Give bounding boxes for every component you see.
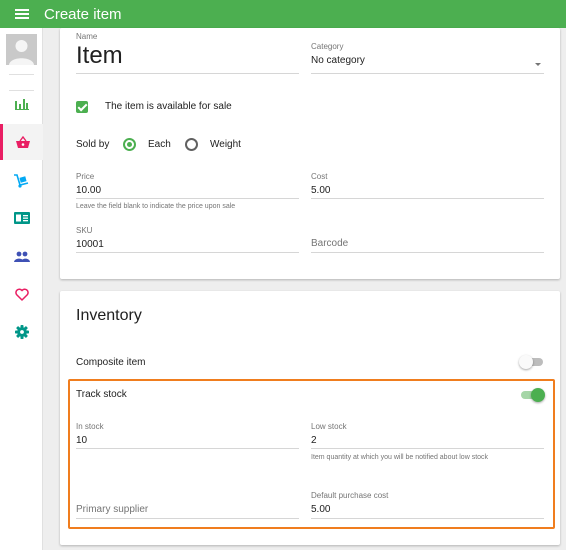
price-label: Price — [76, 172, 95, 181]
sku-value[interactable]: 10001 — [76, 238, 104, 251]
sold-by-weight-label: Weight — [210, 139, 241, 150]
price-value[interactable]: 10.00 — [76, 184, 101, 197]
heart-icon — [14, 288, 29, 301]
inventory-title: Inventory — [76, 307, 142, 324]
cost-field[interactable]: Cost 5.00 — [311, 172, 330, 197]
name-underline — [76, 73, 299, 74]
category-underline — [311, 73, 544, 74]
sku-field[interactable]: SKU 10001 — [76, 226, 104, 251]
sidebar-item-loyalty[interactable] — [0, 276, 43, 312]
bar-chart-icon — [14, 99, 29, 110]
price-hint: Leave the field blank to indicate the pr… — [76, 203, 236, 210]
item-card: Name Item Category No category The item … — [60, 28, 560, 279]
category-label: Category — [311, 42, 344, 51]
barcode-placeholder[interactable]: Barcode — [311, 238, 348, 249]
sidebar — [0, 28, 43, 550]
cost-label: Cost — [311, 172, 328, 181]
available-checkbox[interactable] — [76, 101, 88, 113]
name-value[interactable]: Item — [76, 42, 123, 70]
category-select[interactable]: Category No category — [311, 42, 365, 67]
sidebar-item-items[interactable] — [0, 124, 43, 160]
app-bar: Create item — [0, 0, 566, 28]
avatar[interactable] — [6, 34, 37, 65]
price-underline — [76, 198, 299, 199]
sidebar-item-customers[interactable] — [0, 238, 43, 274]
sku-underline — [76, 252, 299, 253]
name-field[interactable]: Name Item — [76, 32, 123, 70]
page-title: Create item — [44, 5, 122, 23]
hand-truck-icon — [14, 174, 29, 188]
user-silhouette-icon — [9, 40, 34, 65]
sold-by-each-radio[interactable] — [123, 138, 136, 151]
sku-label: SKU — [76, 226, 93, 235]
sold-by-each-label: Each — [148, 139, 171, 150]
category-value[interactable]: No category — [311, 54, 365, 67]
chevron-down-icon[interactable] — [535, 63, 541, 66]
available-label: The item is available for sale — [105, 101, 232, 112]
sold-by-weight-radio[interactable] — [185, 138, 198, 151]
sold-by-label: Sold by — [76, 139, 110, 150]
composite-item-toggle[interactable] — [519, 355, 545, 369]
track-stock-highlight — [68, 379, 555, 529]
sidebar-item-employees[interactable] — [0, 200, 43, 236]
cost-underline — [311, 198, 544, 199]
basket-icon — [16, 136, 30, 148]
sidebar-item-inventory[interactable] — [0, 163, 43, 199]
composite-item-label: Composite item — [76, 357, 146, 368]
sidebar-item-reports[interactable] — [0, 86, 43, 122]
barcode-underline — [311, 252, 544, 253]
hamburger-menu-icon[interactable] — [15, 9, 29, 19]
people-icon — [13, 251, 30, 262]
cost-value[interactable]: 5.00 — [311, 184, 330, 197]
id-card-icon — [13, 212, 30, 224]
sidebar-item-settings[interactable] — [0, 314, 43, 350]
gear-icon — [14, 325, 29, 339]
barcode-field[interactable]: Barcode — [311, 238, 348, 249]
sidebar-divider — [9, 74, 34, 75]
name-label: Name — [76, 32, 98, 41]
price-field[interactable]: Price 10.00 — [76, 172, 101, 197]
